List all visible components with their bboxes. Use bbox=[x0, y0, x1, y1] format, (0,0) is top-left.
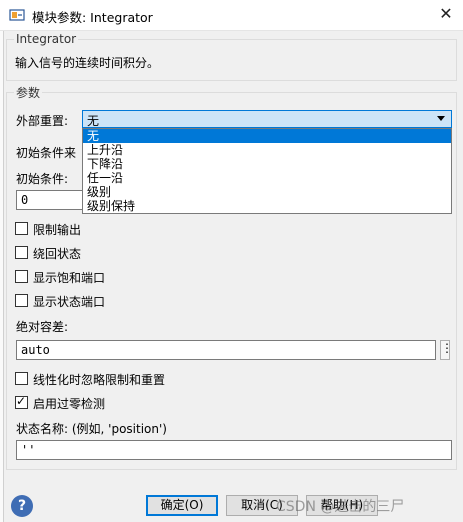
watermark: CSDN @进击的三尸 bbox=[276, 499, 405, 515]
external-reset-value: 无 bbox=[87, 114, 100, 128]
wrap-state-checkbox[interactable] bbox=[15, 246, 28, 259]
ok-button[interactable]: 确定(O) bbox=[146, 495, 218, 516]
state-name-field[interactable]: '' bbox=[16, 440, 452, 460]
external-reset-options-list: 无 上升沿 下降沿 任一沿 级别 级别保持 bbox=[82, 128, 452, 214]
dropdown-option[interactable]: 无 bbox=[83, 129, 451, 143]
initial-condition-source-label: 初始条件来 bbox=[16, 146, 77, 160]
external-reset-label: 外部重置: bbox=[16, 114, 69, 128]
limit-output-checkbox[interactable] bbox=[15, 222, 28, 235]
external-reset-dropdown[interactable]: 无 bbox=[82, 110, 452, 128]
chevron-down-icon bbox=[437, 116, 445, 121]
zero-crossing-detection-checkbox[interactable] bbox=[15, 394, 28, 409]
show-saturation-port-label: 显示饱和端口 bbox=[33, 271, 106, 285]
ignore-limits-linearization-label: 线性化时忽略限制和重置 bbox=[33, 373, 166, 387]
dropdown-option[interactable]: 上升沿 bbox=[83, 143, 451, 157]
dropdown-option[interactable]: 级别 bbox=[83, 185, 451, 199]
help-icon[interactable]: ? bbox=[11, 495, 33, 517]
wrap-state-label: 绕回状态 bbox=[33, 247, 82, 261]
block-description: 输入信号的连续时间积分。 bbox=[15, 56, 160, 70]
zero-crossing-detection-label: 启用过零检测 bbox=[33, 397, 106, 411]
dropdown-option[interactable]: 任一沿 bbox=[83, 171, 451, 185]
close-icon[interactable]: ✕ bbox=[434, 3, 458, 25]
limit-output-label: 限制输出 bbox=[33, 223, 82, 237]
title-bar: 模块参数: Integrator ✕ bbox=[0, 0, 463, 31]
dropdown-option[interactable]: 下降沿 bbox=[83, 157, 451, 171]
dropdown-option[interactable]: 级别保持 bbox=[83, 199, 451, 213]
state-name-label: 状态名称: (例如, 'position') bbox=[16, 422, 167, 436]
block-group-title: Integrator bbox=[14, 32, 79, 46]
simulink-block-icon bbox=[9, 9, 25, 21]
initial-condition-label: 初始条件: bbox=[16, 172, 69, 186]
window-edge bbox=[0, 30, 4, 522]
absolute-tolerance-field[interactable]: auto bbox=[16, 340, 436, 360]
show-state-port-checkbox[interactable] bbox=[15, 294, 28, 307]
ignore-limits-linearization-checkbox[interactable] bbox=[15, 372, 28, 385]
absolute-tolerance-label: 绝对容差: bbox=[16, 320, 69, 334]
window-title: 模块参数: Integrator bbox=[32, 10, 153, 25]
params-group-title: 参数 bbox=[14, 84, 43, 101]
show-saturation-port-checkbox[interactable] bbox=[15, 270, 28, 283]
more-options-button[interactable]: ⋮ bbox=[440, 340, 453, 360]
show-state-port-label: 显示状态端口 bbox=[33, 295, 106, 309]
